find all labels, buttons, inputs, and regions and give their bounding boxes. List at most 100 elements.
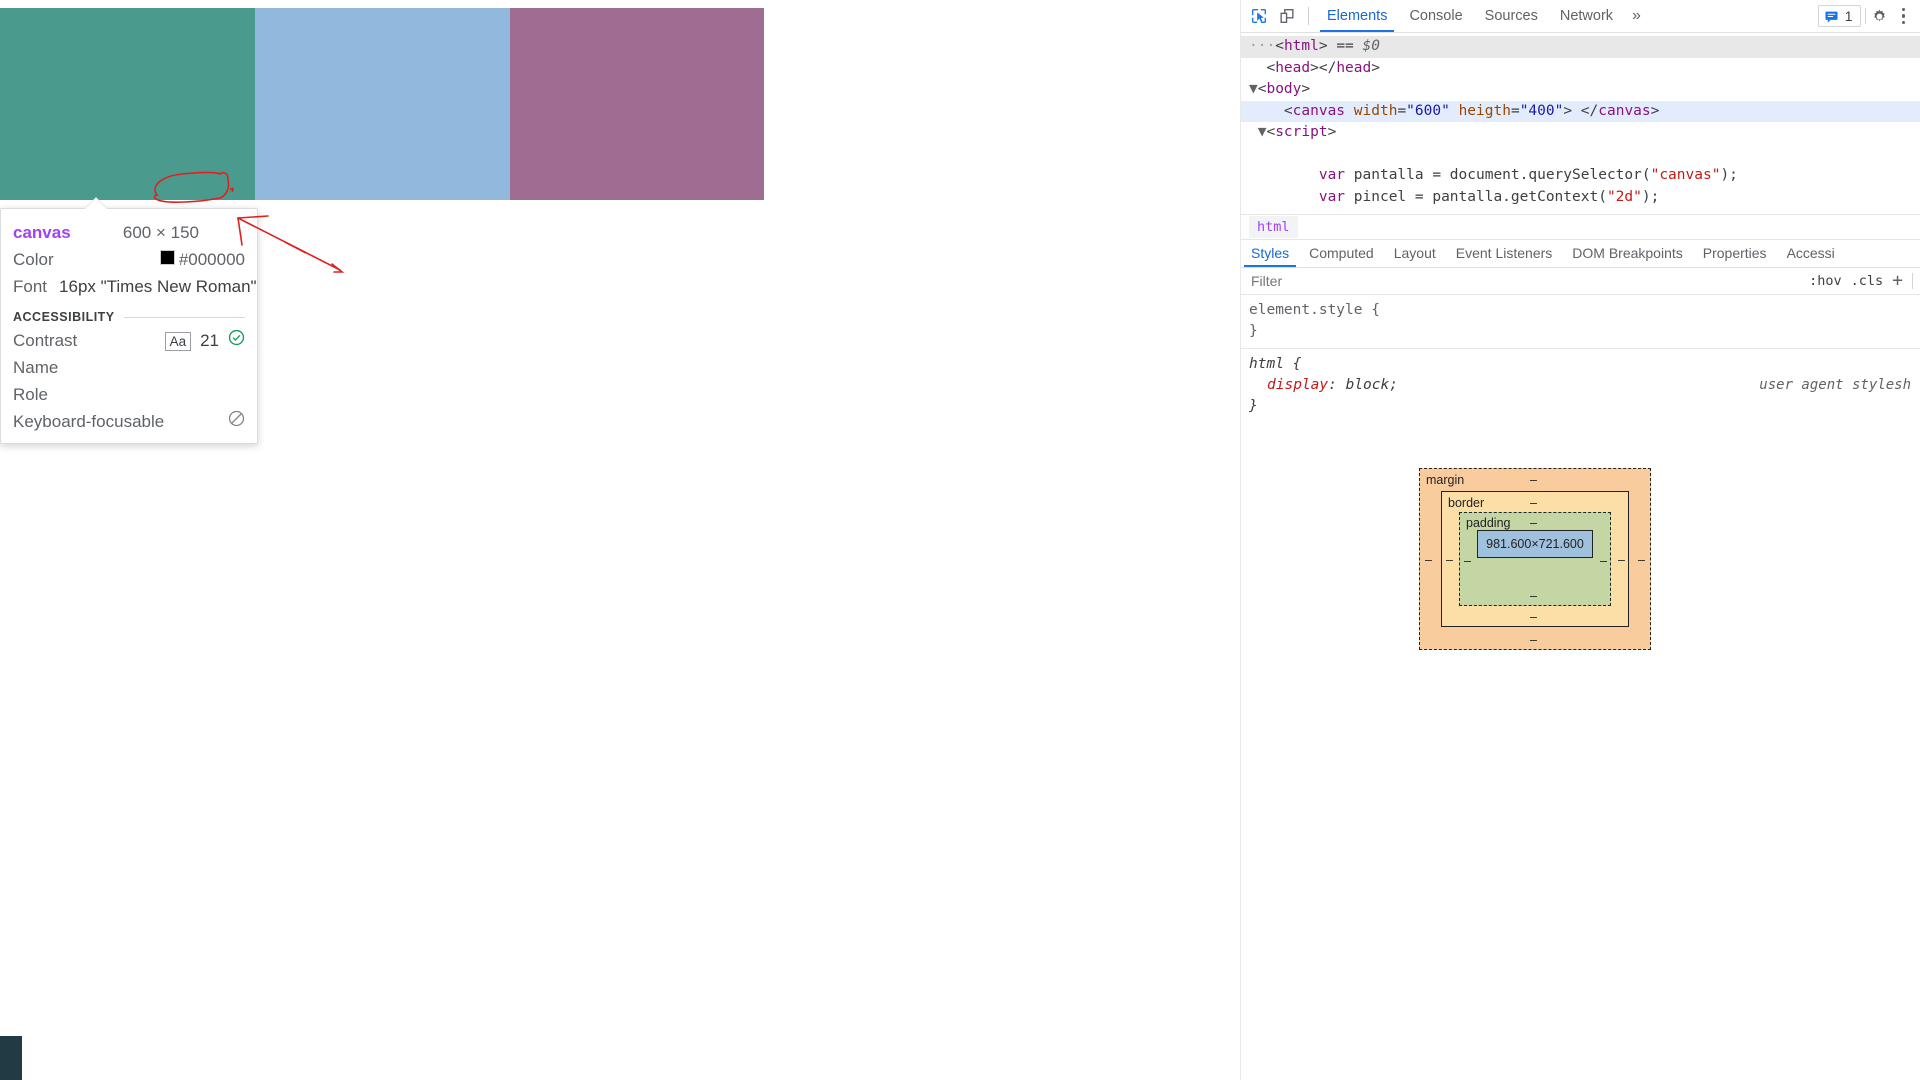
tooltip-color-value: #000000 — [178, 250, 245, 269]
css-selector[interactable]: element.style — [1249, 302, 1363, 318]
css-selector[interactable]: html — [1249, 356, 1284, 372]
tab-console[interactable]: Console — [1398, 1, 1473, 32]
margin-right-value[interactable]: – — [1638, 553, 1645, 567]
tooltip-font-label: Font — [13, 277, 48, 296]
toolbar-right-group: 1 — [1817, 2, 1917, 30]
css-selector-line: html { — [1249, 356, 1302, 372]
styles-sub-tabs: Styles Computed Layout Event Listeners D… — [1241, 240, 1920, 268]
keyboard-focusable-label: Keyboard-focusable — [13, 412, 165, 431]
border-top-value[interactable]: – — [1530, 496, 1537, 510]
padding-left-value[interactable]: – — [1464, 554, 1471, 568]
tab-sources[interactable]: Sources — [1474, 1, 1549, 32]
tooltip-dimensions: 600 × 150 — [122, 223, 199, 242]
new-style-rule-button[interactable]: + — [1892, 272, 1903, 290]
contrast-sample-swatch: Aa — [164, 332, 192, 351]
element-inspect-tooltip: canvas 600 × 150 Color #000000 Font 16px… — [0, 198, 258, 444]
tooltip-color-label: Color — [13, 250, 54, 269]
dom-node-line[interactable]: <head></head> — [1241, 58, 1920, 80]
tooltip-font-row: Font 16px "Times New Roman" — [1, 273, 257, 300]
dom-node-line[interactable] — [1241, 144, 1920, 166]
toolbar-divider — [1308, 7, 1309, 25]
tooltip-tag-row: canvas 600 × 150 — [1, 219, 257, 246]
contrast-value: 21 — [200, 331, 219, 350]
tooltip-color-row: Color #000000 — [1, 246, 257, 273]
hov-toggle[interactable]: :hov — [1809, 273, 1842, 289]
filter-input[interactable] — [1249, 272, 1810, 290]
more-tabs-icon[interactable]: » — [1624, 3, 1649, 29]
border-label: border — [1448, 496, 1485, 510]
dom-node-line[interactable]: ▼<body> — [1241, 79, 1920, 101]
not-allowed-icon — [228, 409, 245, 434]
message-count: 1 — [1844, 8, 1853, 24]
tab-network[interactable]: Network — [1549, 1, 1624, 32]
dom-node-line[interactable]: ···<html> == $0 — [1241, 36, 1920, 58]
margin-bottom-value[interactable]: – — [1530, 633, 1537, 647]
check-circle-icon — [228, 328, 245, 353]
subtab-dom-breakpoints[interactable]: DOM Breakpoints — [1562, 240, 1692, 267]
gear-icon[interactable] — [1866, 2, 1894, 30]
subtab-properties[interactable]: Properties — [1693, 240, 1777, 267]
css-rule-html[interactable]: html { user agent stylesh display: block… — [1241, 348, 1920, 423]
canvas-element[interactable] — [0, 8, 764, 200]
dom-node-line[interactable]: ▼<script> — [1241, 122, 1920, 144]
subtab-event-listeners[interactable]: Event Listeners — [1446, 240, 1563, 267]
border-bottom-value[interactable]: – — [1530, 610, 1537, 624]
tooltip-role-row: Role — [1, 381, 257, 408]
breadcrumb: html — [1241, 215, 1920, 240]
tooltip-keyboard-row: Keyboard-focusable — [1, 408, 257, 435]
css-rule-element-style[interactable]: element.style { } — [1241, 295, 1920, 348]
css-rule-origin: user agent stylesh — [1759, 377, 1911, 393]
inspect-cursor-icon[interactable] — [1245, 2, 1273, 30]
device-toolbar-icon[interactable] — [1273, 2, 1301, 30]
tooltip-name-row: Name — [1, 354, 257, 381]
border-right-value[interactable]: – — [1618, 553, 1625, 567]
box-model-diagram: margin – – – – border – – – – padding – … — [1419, 468, 1651, 650]
dom-node-line[interactable]: var pantalla = document.querySelector("c… — [1241, 165, 1920, 187]
subtab-styles[interactable]: Styles — [1241, 240, 1299, 267]
border-left-value[interactable]: – — [1446, 553, 1453, 567]
tooltip-arrow — [85, 198, 107, 209]
padding-top-value[interactable]: – — [1530, 516, 1537, 530]
css-value[interactable]: block — [1346, 377, 1390, 393]
subtab-computed[interactable]: Computed — [1299, 240, 1384, 267]
filter-divider — [1912, 273, 1913, 289]
message-badge[interactable]: 1 — [1817, 5, 1861, 27]
css-property[interactable]: display — [1249, 377, 1328, 393]
css-rules-pane: element.style { } html { user agent styl… — [1241, 295, 1920, 423]
page-viewport: canvas 600 × 150 Color #000000 Font 16px… — [0, 0, 1240, 1080]
box-model-content[interactable]: 981.600×721.600 — [1477, 530, 1593, 558]
subtab-accessibility[interactable]: Accessi — [1777, 240, 1845, 267]
tooltip-tag-name: canvas — [13, 223, 71, 242]
margin-left-value[interactable]: – — [1425, 553, 1432, 567]
page-dark-bar — [0, 1036, 22, 1080]
box-model-padding[interactable]: padding – – – – — [1459, 512, 1611, 606]
a11y-role-label: Role — [13, 385, 48, 404]
canvas-rect-teal — [0, 8, 255, 200]
tab-elements[interactable]: Elements — [1316, 1, 1398, 32]
contrast-label: Contrast — [13, 331, 78, 350]
kebab-menu-icon[interactable] — [1894, 3, 1914, 30]
breadcrumb-item-html[interactable]: html — [1249, 216, 1298, 238]
accessibility-section-header: ACCESSIBILITY — [1, 300, 257, 327]
margin-top-value[interactable]: – — [1530, 473, 1537, 487]
dom-node-line[interactable]: var pincel = pantalla.getContext("2d"); — [1241, 187, 1920, 209]
canvas-rect-blue — [255, 8, 510, 200]
message-icon — [1825, 11, 1838, 22]
dom-tree: ···<html> == $0 <head></head> ▼<body> <ca… — [1241, 33, 1920, 215]
styles-filter-bar: :hov .cls + — [1241, 268, 1920, 295]
cls-toggle[interactable]: .cls — [1851, 273, 1884, 289]
tooltip-contrast-row: Contrast Aa 21 — [1, 327, 257, 354]
css-selector-line: element.style { — [1249, 302, 1380, 318]
margin-label: margin — [1426, 473, 1465, 487]
padding-label: padding — [1466, 516, 1511, 530]
screen-root: canvas 600 × 150 Color #000000 Font 16px… — [0, 0, 1920, 1080]
dom-node-line[interactable]: <canvas width="600" heigth="400"> </canv… — [1241, 100, 1920, 122]
devtools-toolbar: Elements Console Sources Network » 1 — [1241, 0, 1920, 33]
subtab-layout[interactable]: Layout — [1384, 240, 1446, 267]
css-rule-close: } — [1249, 398, 1258, 414]
divider — [123, 316, 245, 318]
padding-right-value[interactable]: – — [1600, 554, 1607, 568]
accessibility-heading: ACCESSIBILITY — [13, 310, 115, 324]
padding-bottom-value[interactable]: – — [1530, 589, 1537, 603]
tooltip-font-value: 16px "Times New Roman" — [59, 277, 257, 296]
